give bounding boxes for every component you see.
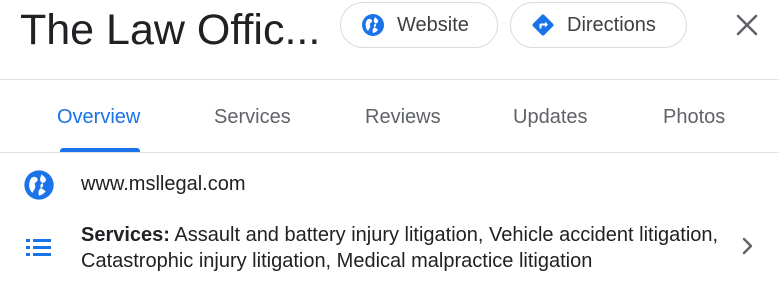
website-button-label: Website	[397, 13, 469, 36]
active-tab-indicator	[60, 148, 140, 152]
tab-reviews[interactable]: Reviews	[365, 106, 441, 129]
tab-services[interactable]: Services	[214, 106, 291, 129]
list-icon	[24, 235, 54, 261]
close-icon[interactable]	[733, 11, 761, 39]
directions-button-label: Directions	[567, 13, 656, 36]
services-row[interactable]: Services: Assault and battery injury lit…	[0, 220, 779, 280]
tab-photos[interactable]: Photos	[663, 106, 725, 129]
globe-icon	[23, 169, 55, 201]
place-header: The Law Offic... Website Directions	[0, 0, 779, 80]
website-button[interactable]: Website	[340, 2, 498, 48]
chevron-right-icon[interactable]	[736, 235, 758, 257]
directions-icon	[531, 13, 555, 37]
globe-icon	[361, 13, 385, 37]
services-label: Services:	[81, 224, 170, 246]
services-summary: Services: Assault and battery injury lit…	[81, 222, 726, 274]
place-title: The Law Offic...	[20, 6, 321, 54]
tab-bar: Overview Services Reviews Updates Photos	[0, 80, 779, 153]
website-row[interactable]: www.msllegal.com	[0, 166, 779, 204]
directions-button[interactable]: Directions	[510, 2, 687, 48]
services-list: Assault and battery injury litigation, V…	[81, 224, 719, 272]
website-url[interactable]: www.msllegal.com	[81, 173, 245, 196]
tab-updates[interactable]: Updates	[513, 106, 588, 129]
tab-overview[interactable]: Overview	[57, 106, 140, 129]
